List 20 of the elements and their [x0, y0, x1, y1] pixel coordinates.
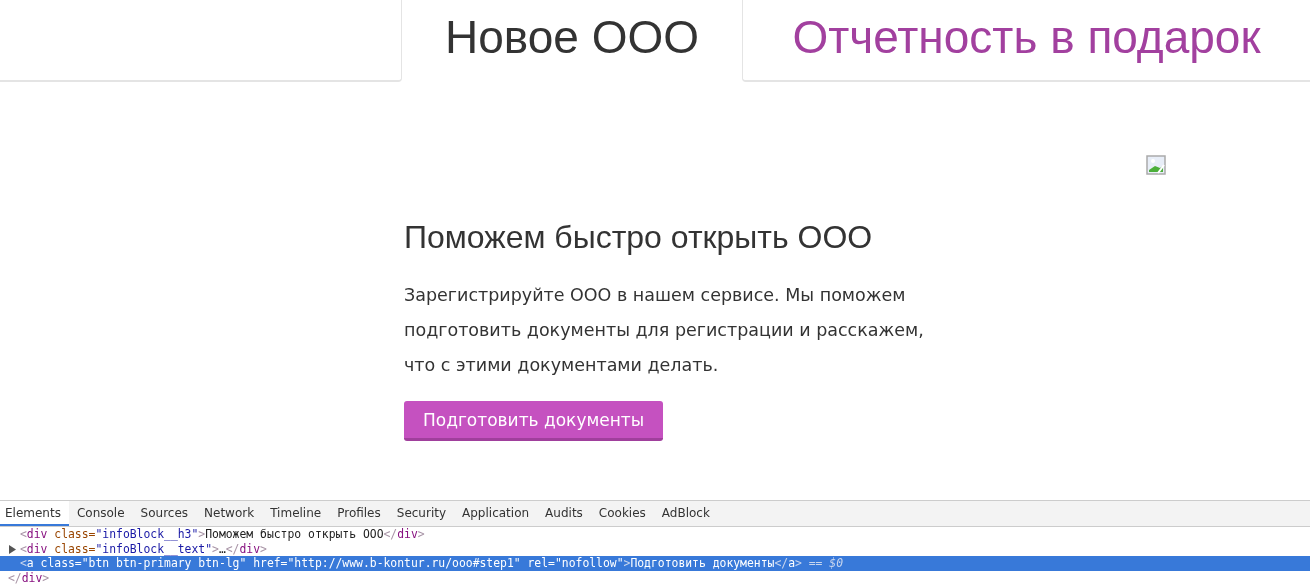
devtools-tab[interactable]: AdBlock	[653, 501, 718, 526]
devtools-tab[interactable]: Elements	[0, 501, 69, 526]
devtools-tab[interactable]: Profiles	[329, 501, 389, 526]
devtools-tab[interactable]: Cookies	[590, 501, 654, 526]
code-line[interactable]: <div class="infoBlock__text">…</div>	[0, 541, 1310, 556]
description: Зарегистрируйте ООО в нашем сервисе. Мы поможем подготовить документы для регистрации и расскажем, что с этими документами делать.	[404, 284, 925, 377]
devtools-tab[interactable]: Timeline	[262, 501, 330, 526]
devtools-tab[interactable]: Sources	[132, 501, 197, 526]
devtools-tab[interactable]: Console	[68, 501, 133, 526]
devtools-tab[interactable]: Audits	[537, 501, 591, 526]
code-line[interactable]: </div>	[0, 570, 1310, 585]
devtools-tab[interactable]: Network	[196, 501, 263, 526]
tab[interactable]: Отчетность в подарок	[742, 0, 1310, 82]
devtools-tab[interactable]: Application	[454, 501, 538, 526]
heading: Поможем быстро открыть ООО	[404, 219, 874, 256]
tab[interactable]: Новое ООО	[402, 0, 742, 82]
broken-image-icon	[1146, 155, 1166, 175]
code-line[interactable]: <div class="infoBlock__h3">Поможем быстро открыть ООО</div>	[0, 527, 1310, 542]
devtools-tab[interactable]: Security	[388, 501, 455, 526]
prepare-documents-button[interactable]: Подготовить документы	[404, 401, 664, 441]
